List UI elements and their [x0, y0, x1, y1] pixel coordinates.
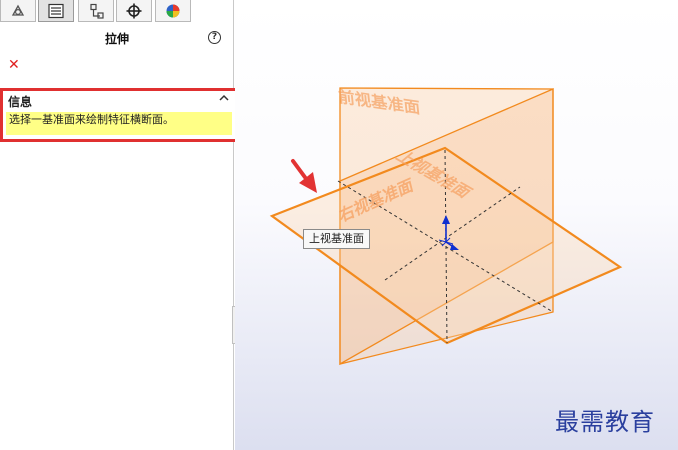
manager-tabs: [0, 0, 234, 22]
plane-hover-tooltip: 上视基准面: [303, 229, 370, 249]
watermark-text: 最需教育: [555, 408, 655, 436]
dimxpert-icon: [126, 3, 142, 18]
chevron-up-icon[interactable]: [218, 93, 230, 103]
plane-scene: 前视基准面 上视基准面 右视基准面: [269, 87, 623, 366]
tab-configuration-manager[interactable]: [78, 0, 114, 22]
feature-title: 拉伸: [104, 32, 129, 46]
property-manager: 拉伸 ? ✕ 信息 选择一基准面来绘制特征横断面。: [0, 0, 238, 450]
property-manager-icon: [48, 3, 64, 18]
tab-dimxpert[interactable]: [116, 0, 152, 22]
info-message: 选择一基准面来绘制特征横断面。: [6, 112, 232, 135]
close-icon[interactable]: ✕: [8, 57, 20, 73]
question-icon[interactable]: ?: [208, 31, 221, 44]
graphics-area[interactable]: 前视基准面 上视基准面 右视基准面 上视基准面 最需教育: [235, 0, 678, 450]
info-heading: 信息: [8, 95, 33, 109]
tab-feature-tree[interactable]: [0, 0, 36, 22]
feature-tree-icon: [11, 4, 25, 16]
configuration-manager-icon: [90, 3, 104, 19]
title-row: 拉伸 ?: [0, 30, 234, 48]
display-manager-icon: [166, 4, 180, 17]
tab-display-manager[interactable]: [155, 0, 191, 22]
tab-property-manager[interactable]: [38, 0, 74, 22]
info-section: 信息 选择一基准面来绘制特征横断面。: [0, 88, 238, 142]
arrow-icon: [291, 159, 317, 193]
